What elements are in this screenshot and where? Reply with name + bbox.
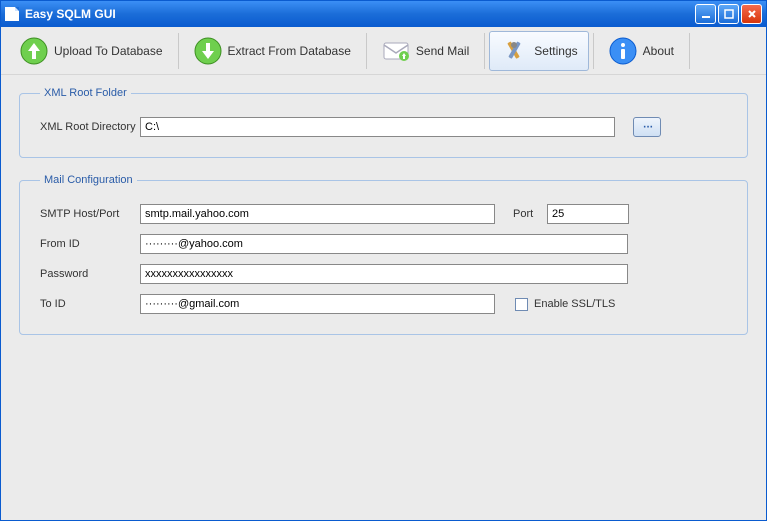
upload-icon <box>20 37 48 65</box>
from-label: From ID <box>40 238 140 250</box>
to-label: To ID <box>40 298 140 310</box>
minimize-button[interactable] <box>695 4 716 24</box>
smtp-label: SMTP Host/Port <box>40 208 140 220</box>
mail-icon <box>382 37 410 65</box>
separator <box>366 33 367 69</box>
xml-root-label: XML Root Directory <box>40 121 140 133</box>
port-label: Port <box>513 208 547 220</box>
separator <box>689 33 690 69</box>
mail-config-legend: Mail Configuration <box>40 174 137 186</box>
settings-icon <box>500 37 528 65</box>
ssl-label: Enable SSL/TLS <box>534 298 615 310</box>
close-button[interactable] <box>741 4 762 24</box>
info-icon <box>609 37 637 65</box>
about-button[interactable]: About <box>598 31 685 71</box>
extract-icon <box>194 37 222 65</box>
xml-root-legend: XML Root Folder <box>40 87 131 99</box>
port-input[interactable] <box>547 204 629 224</box>
maximize-icon <box>724 9 734 19</box>
xml-root-input[interactable] <box>140 117 615 137</box>
app-icon <box>5 7 19 21</box>
separator <box>593 33 594 69</box>
extract-label: Extract From Database <box>228 44 351 58</box>
to-input[interactable] <box>140 294 495 314</box>
close-icon <box>747 9 757 19</box>
upload-label: Upload To Database <box>54 44 163 58</box>
ssl-checkbox[interactable] <box>515 298 528 311</box>
smtp-host-input[interactable] <box>140 204 495 224</box>
minimize-icon <box>701 9 711 19</box>
extract-button[interactable]: Extract From Database <box>183 31 362 71</box>
toolbar: Upload To Database Extract From Database… <box>1 27 766 75</box>
content-area: XML Root Folder XML Root Directory ··· M… <box>1 75 766 520</box>
titlebar[interactable]: Easy SQLM GUI <box>1 1 766 27</box>
app-window: Easy SQLM GUI Upload To Database Extract… <box>0 0 767 521</box>
mail-config-group: Mail Configuration SMTP Host/Port Port F… <box>19 174 748 335</box>
separator <box>484 33 485 69</box>
from-input[interactable] <box>140 234 628 254</box>
password-input[interactable] <box>140 264 628 284</box>
maximize-button[interactable] <box>718 4 739 24</box>
xml-root-group: XML Root Folder XML Root Directory ··· <box>19 87 748 158</box>
settings-label: Settings <box>534 44 577 58</box>
upload-button[interactable]: Upload To Database <box>9 31 174 71</box>
about-label: About <box>643 44 674 58</box>
settings-button[interactable]: Settings <box>489 31 588 71</box>
window-title: Easy SQLM GUI <box>25 7 116 21</box>
separator <box>178 33 179 69</box>
ssl-checkbox-wrap[interactable]: Enable SSL/TLS <box>515 298 615 311</box>
password-label: Password <box>40 268 140 280</box>
sendmail-label: Send Mail <box>416 44 469 58</box>
sendmail-button[interactable]: Send Mail <box>371 31 480 71</box>
browse-button[interactable]: ··· <box>633 117 661 137</box>
